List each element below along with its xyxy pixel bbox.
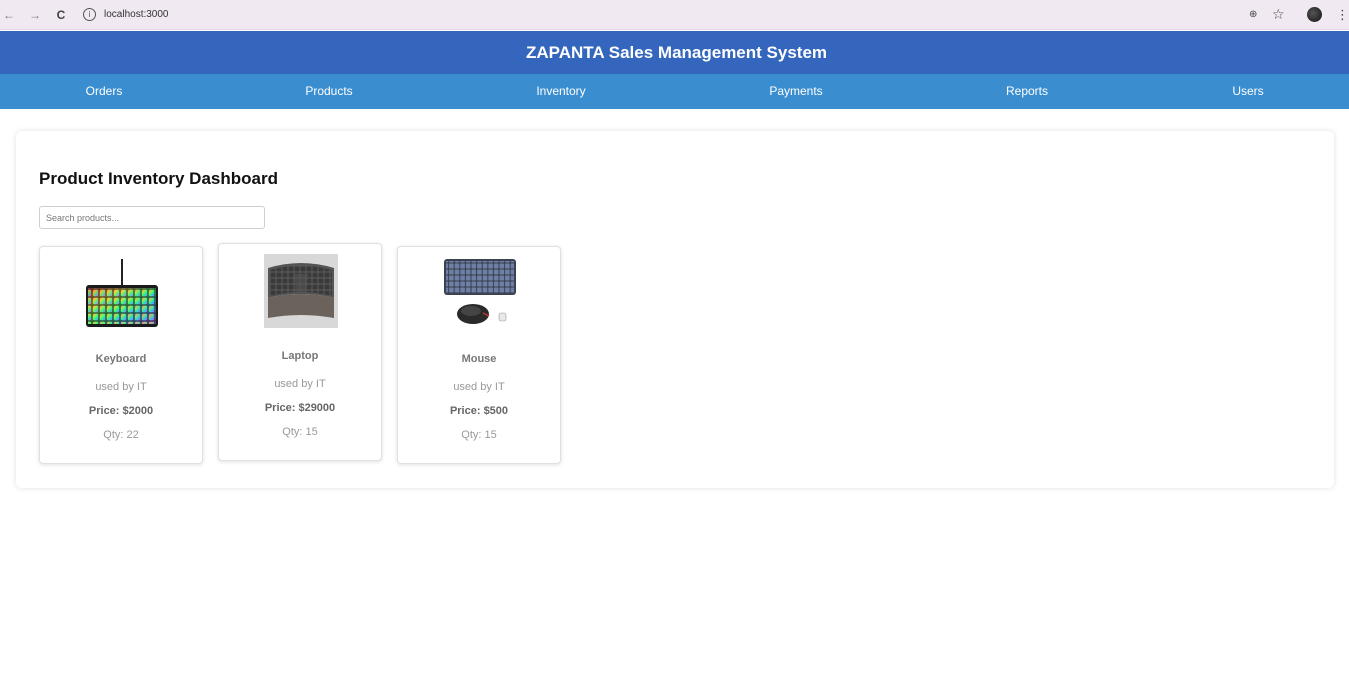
product-description: used by IT: [274, 378, 326, 390]
back-arrow-icon[interactable]: ←: [0, 6, 18, 24]
nav-item-inventory[interactable]: Inventory: [536, 74, 585, 109]
product-price: Price: $2000: [88, 405, 154, 417]
reload-icon[interactable]: C: [52, 6, 70, 24]
product-name: Mouse: [461, 353, 497, 365]
product-card-mouse[interactable]: Mouse used by IT Price: $500 Qty: 15: [397, 246, 561, 464]
bookmark-star-icon[interactable]: ☆: [1272, 6, 1285, 24]
product-price: Price: $500: [449, 405, 509, 417]
browser-toolbar: ← → C i localhost:3000 ⊕ ☆ ⋮: [0, 0, 1349, 30]
product-quantity: Qty: 15: [461, 429, 497, 441]
password-key-icon[interactable]: ⊕: [1249, 8, 1257, 22]
nav-item-reports[interactable]: Reports: [1006, 74, 1048, 109]
nav-item-payments[interactable]: Payments: [769, 74, 822, 109]
product-price: Price: $29000: [264, 402, 336, 414]
forward-arrow-icon[interactable]: →: [26, 6, 44, 24]
inventory-panel: Product Inventory Dashboard Search produ…: [16, 131, 1334, 488]
product-description: used by IT: [453, 381, 505, 393]
rgb-keyboard-image: [85, 257, 159, 331]
main-nav: Orders Products Inventory Payments Repor…: [0, 74, 1349, 109]
ergonomic-keyboard-image: [264, 254, 338, 328]
nav-item-orders[interactable]: Orders: [86, 74, 123, 109]
page-title: Product Inventory Dashboard: [39, 169, 278, 188]
nav-item-users[interactable]: Users: [1232, 74, 1263, 109]
product-card-keyboard[interactable]: Keyboard used by IT Price: $2000 Qty: 22: [39, 246, 203, 464]
product-card-laptop[interactable]: Laptop used by IT Price: $29000 Qty: 15: [218, 243, 382, 461]
product-name: Keyboard: [95, 353, 147, 365]
nav-item-products[interactable]: Products: [305, 74, 352, 109]
app-header: ZAPANTA Sales Management System: [0, 31, 1349, 74]
browser-menu-icon[interactable]: ⋮: [1336, 6, 1349, 24]
address-bar[interactable]: localhost:3000: [104, 8, 169, 22]
keyboard-mouse-combo-image: [443, 257, 517, 331]
site-info-icon[interactable]: i: [83, 8, 96, 21]
product-name: Laptop: [281, 350, 319, 362]
product-quantity: Qty: 22: [103, 429, 139, 441]
profile-avatar[interactable]: [1307, 7, 1322, 22]
product-quantity: Qty: 15: [282, 426, 318, 438]
product-description: used by IT: [95, 381, 147, 393]
search-input[interactable]: [39, 206, 265, 229]
app-title: ZAPANTA Sales Management System: [525, 42, 828, 62]
